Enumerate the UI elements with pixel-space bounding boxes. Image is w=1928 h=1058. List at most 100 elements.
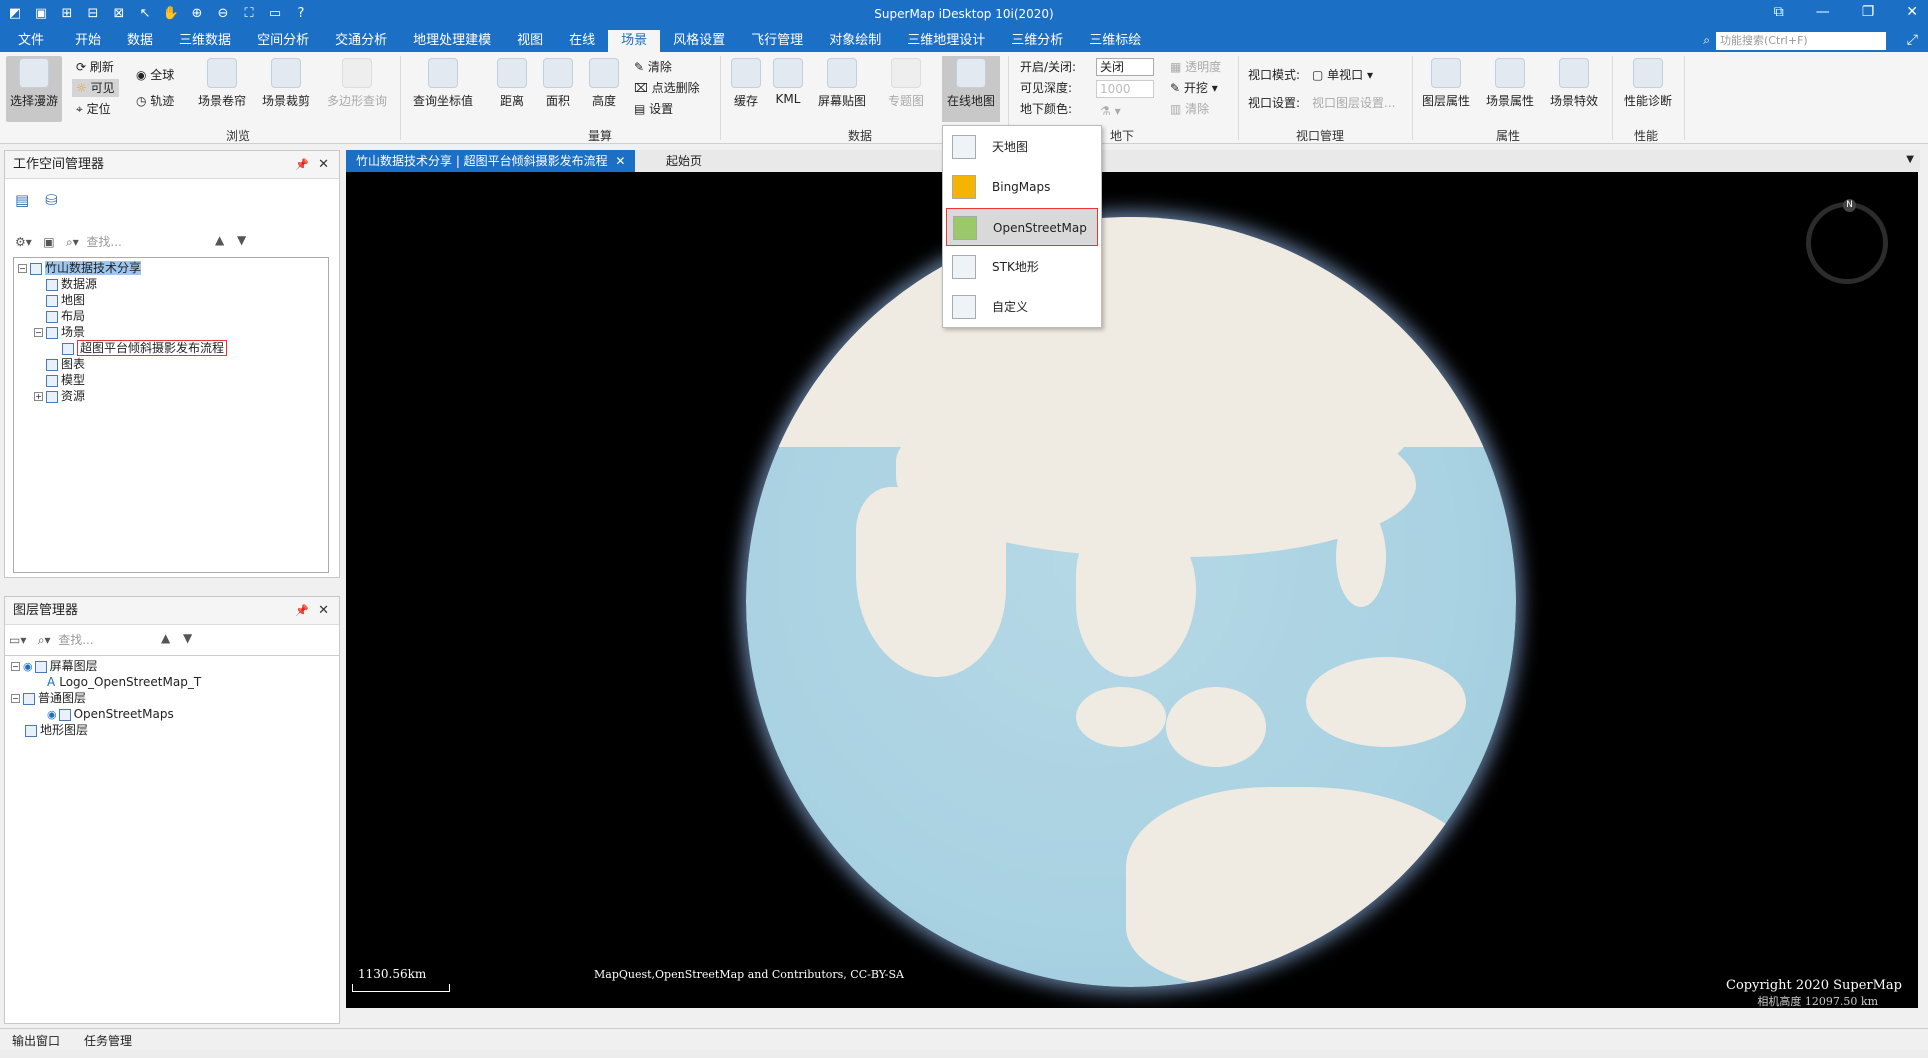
distance-button[interactable]: 距离 — [490, 58, 534, 109]
measure-settings-button[interactable]: ▤ 设置 — [634, 100, 673, 118]
pin-icon[interactable]: 📌 — [295, 151, 309, 179]
tree-item-resources[interactable]: + 资源 — [34, 388, 85, 404]
pin-icon[interactable]: 📌 — [295, 597, 309, 625]
globe-button[interactable]: ◉ 全球 — [136, 66, 174, 84]
menu-tab[interactable]: 三维标绘 — [1076, 30, 1154, 52]
close-icon[interactable]: ✕ — [1906, 4, 1918, 20]
layer-item-osm[interactable]: ◉ OpenStreetMaps — [47, 706, 174, 722]
task-manager-tab[interactable]: 任务管理 — [84, 1032, 132, 1049]
layer-search-input[interactable]: 查找... — [58, 633, 93, 647]
point-delete-button[interactable]: ⌧ 点选删除 — [634, 79, 700, 97]
move-up-icon[interactable]: ▲ — [161, 631, 170, 645]
restore-icon[interactable]: ⧉ — [1774, 4, 1784, 20]
menu-tab[interactable]: 场景 — [608, 30, 661, 52]
toggle-combo[interactable]: 关闭 — [1096, 58, 1154, 76]
kml-button[interactable]: KML — [768, 58, 808, 106]
scene-props-button[interactable]: 场景属性 — [1480, 58, 1540, 109]
scene-effects-button[interactable]: 场景特效 — [1544, 58, 1604, 109]
workspace-layout-icon[interactable]: ⛁ — [45, 191, 58, 209]
menu-tab[interactable]: 数据 — [114, 30, 166, 52]
minimize-icon[interactable]: — — [1816, 4, 1830, 20]
track-button[interactable]: ◷ 轨迹 — [136, 92, 174, 110]
tree-root[interactable]: − 竹山数据技术分享 — [18, 260, 142, 276]
menu-item-tianditu[interactable]: 天地图 — [946, 128, 1098, 166]
workspace-search-input[interactable]: 查找... — [86, 235, 121, 249]
layer-group-terrain[interactable]: 地形图层 — [25, 722, 88, 738]
tree-item-maps[interactable]: 地图 — [46, 292, 85, 308]
scene-viewport[interactable]: N 1130.56km MapQuest,OpenStreetMap and C… — [346, 172, 1918, 1008]
move-down-icon[interactable]: ▼ — [183, 631, 192, 645]
layer-options-icon[interactable]: ▭▾ — [9, 633, 26, 647]
earth-globe[interactable] — [746, 217, 1516, 987]
compass-widget[interactable]: N — [1806, 199, 1888, 284]
close-icon[interactable]: ✕ — [615, 154, 625, 168]
underground-clear-button[interactable]: ▥ 清除 — [1170, 100, 1209, 118]
function-search-input[interactable]: 功能搜索(Ctrl+F) — [1716, 32, 1886, 50]
menu-tab[interactable]: 三维数据 — [166, 30, 244, 52]
layer-item-logo[interactable]: A Logo_OpenStreetMap_T — [47, 674, 201, 690]
menu-tab[interactable]: 在线 — [556, 30, 608, 52]
menu-tab[interactable]: 文件 — [0, 30, 62, 52]
menu-tab[interactable]: 风格设置 — [660, 30, 738, 52]
close-icon[interactable]: ✕ — [318, 151, 329, 179]
expand-icon[interactable]: ⤢ — [1907, 32, 1918, 48]
depth-input[interactable]: 1000 — [1096, 80, 1154, 98]
tree-item-models[interactable]: 模型 — [46, 372, 85, 388]
layer-group-normal[interactable]: − 普通图层 — [11, 690, 86, 706]
screen-patch-button[interactable]: 屏幕贴图 — [812, 58, 872, 109]
scene-scroll-button[interactable]: 场景卷帘 — [194, 58, 250, 109]
excavate-button[interactable]: ✎ 开挖 ▾ — [1170, 79, 1218, 97]
menu-item-stk-terrain[interactable]: STK地形 — [946, 248, 1098, 286]
online-map-button[interactable]: 在线地图 — [944, 58, 998, 109]
workspace-tree-icon[interactable]: ▤ — [15, 191, 29, 209]
move-up-icon[interactable]: ▲ — [215, 233, 224, 247]
tab-start-page[interactable]: 起始页 — [656, 150, 712, 172]
menu-item-bingmaps[interactable]: BingMaps — [946, 168, 1098, 206]
menu-tab[interactable]: 交通分析 — [322, 30, 400, 52]
menu-tab[interactable]: 三维分析 — [998, 30, 1076, 52]
search-icon[interactable]: ⌕▾ — [66, 235, 79, 249]
menu-item-openstreetmap[interactable]: OpenStreetMap — [946, 208, 1098, 246]
measure-clear-button[interactable]: ✎ 清除 — [634, 58, 672, 76]
select-roam-button[interactable]: 选择漫游 — [8, 58, 60, 109]
close-icon[interactable]: ✕ — [318, 597, 329, 625]
open-workspace-icon[interactable]: ⚙▾ — [15, 235, 32, 249]
menu-tab[interactable]: 飞行管理 — [738, 30, 816, 52]
menu-tab[interactable]: 对象绘制 — [816, 30, 894, 52]
tree-item-scene[interactable]: 超图平台倾斜摄影发布流程 — [62, 340, 228, 356]
query-coord-button[interactable]: 查询坐标值 — [408, 58, 478, 109]
tree-item-scenes[interactable]: − 场景 — [34, 324, 85, 340]
polygon-query-button[interactable]: 多边形查询 — [322, 58, 392, 109]
layer-props-button[interactable]: 图层属性 — [1416, 58, 1476, 109]
menu-tab[interactable]: 开始 — [62, 30, 114, 52]
area-button[interactable]: 面积 — [536, 58, 580, 109]
menu-tab[interactable]: 地理处理建模 — [400, 30, 504, 52]
move-down-icon[interactable]: ▼ — [237, 233, 246, 247]
visible-button[interactable]: ☼ 可见 — [72, 79, 119, 97]
tab-scene-document[interactable]: 竹山数据技术分享 | 超图平台倾斜摄影发布流程 ✕ — [346, 150, 636, 172]
locate-button[interactable]: ⌖ 定位 — [76, 100, 111, 118]
layer-group-screen[interactable]: − ◉ 屏幕图层 — [11, 658, 98, 674]
tree-item-layouts[interactable]: 布局 — [46, 308, 85, 324]
transparency-button[interactable]: ▦ 透明度 — [1170, 58, 1221, 76]
thematic-button[interactable]: 专题图 — [878, 58, 934, 109]
viewport-mode-dropdown[interactable]: ▢ 单视口 ▾ — [1312, 66, 1373, 84]
menu-tab[interactable]: 视图 — [504, 30, 556, 52]
tree-item-datasources[interactable]: 数据源 — [46, 276, 97, 292]
menu-item-custom[interactable]: 自定义 — [946, 288, 1098, 326]
menu-tab[interactable]: 空间分析 — [244, 30, 322, 52]
height-button[interactable]: 高度 — [582, 58, 626, 109]
menu-tab[interactable]: 三维地理设计 — [894, 30, 998, 52]
maximize-icon[interactable]: ❐ — [1862, 4, 1875, 20]
performance-diagnosis-button[interactable]: 性能诊断 — [1618, 58, 1678, 109]
search-icon[interactable]: ⌕ — [1703, 33, 1710, 48]
refresh-button[interactable]: ⟳ 刷新 — [76, 58, 114, 76]
search-icon[interactable]: ⌕▾ — [38, 633, 51, 647]
output-window-tab[interactable]: 输出窗口 — [12, 1032, 60, 1049]
scene-clip-button[interactable]: 场景裁剪 — [258, 58, 314, 109]
tree-item-charts[interactable]: 图表 — [46, 356, 85, 372]
cache-button[interactable]: 缓存 — [726, 58, 766, 109]
color-picker[interactable]: ⚗ ▾ — [1100, 102, 1121, 120]
tab-overflow-icon[interactable]: ▼ — [1906, 154, 1914, 165]
save-workspace-icon[interactable]: ▣ — [43, 235, 54, 249]
